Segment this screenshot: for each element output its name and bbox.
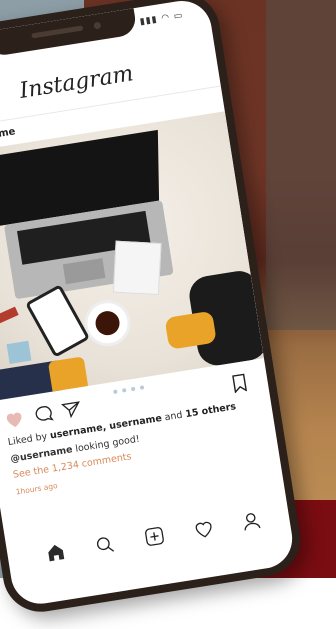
photo-face-mask	[112, 240, 162, 296]
photo-sleeve-left	[47, 356, 89, 396]
photo-gift-box	[6, 340, 32, 364]
phone-screen: ▮▮▮ ◠ ▭ Instagram username Liked by user…	[0, 0, 297, 608]
comment-icon[interactable]	[33, 404, 56, 429]
photo-coffee-cup	[81, 296, 134, 350]
bottom-nav	[6, 500, 293, 584]
post-image[interactable]	[0, 111, 264, 403]
heart-outline-icon[interactable]	[193, 518, 216, 543]
app-logo: Instagram	[17, 61, 136, 104]
search-icon[interactable]	[94, 534, 117, 559]
bookmark-icon[interactable]	[230, 373, 249, 397]
share-icon[interactable]	[60, 399, 83, 424]
speaker-grille	[31, 25, 84, 39]
front-camera	[93, 21, 102, 30]
photo-lipstick	[0, 306, 19, 331]
post-author[interactable]: username	[0, 126, 16, 146]
heart-icon[interactable]	[3, 408, 26, 433]
add-post-icon[interactable]	[143, 526, 166, 551]
post-timestamp: 1hours ago	[15, 481, 59, 497]
likes-middle: and	[160, 409, 187, 424]
status-icons: ▮▮▮ ◠ ▭	[139, 10, 185, 28]
profile-icon[interactable]	[240, 511, 263, 536]
home-icon[interactable]	[44, 542, 67, 567]
